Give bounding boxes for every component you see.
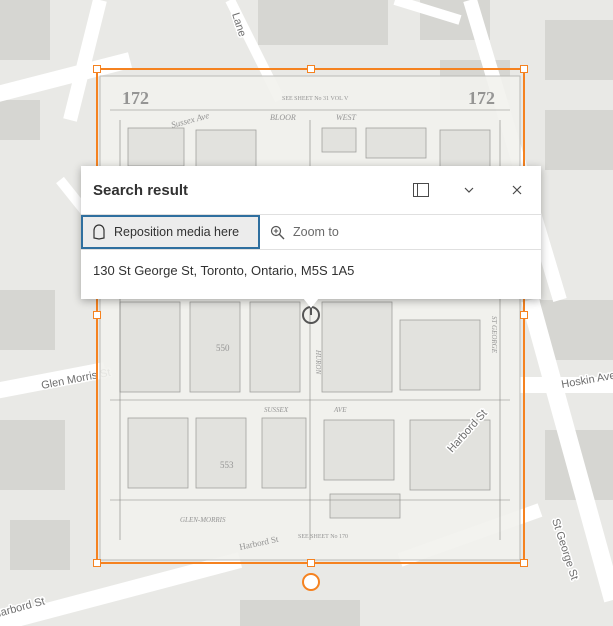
resize-handle-right[interactable] bbox=[520, 311, 528, 319]
popup-pointer bbox=[303, 298, 319, 308]
sheet-glen-morris: GLEN-MORRIS bbox=[180, 516, 226, 524]
popup-header: Search result bbox=[81, 166, 541, 215]
popup-title: Search result bbox=[93, 181, 189, 199]
collapse-button[interactable] bbox=[445, 166, 493, 214]
sheet-number-left: 172 bbox=[122, 88, 149, 108]
historic-fire-insurance-map[interactable]: 172 172 SEE SHEET No 31 VOL V Sussex Ave… bbox=[99, 75, 521, 561]
sheet-see-top: SEE SHEET No 31 VOL V bbox=[282, 96, 349, 102]
reposition-media-button[interactable]: Reposition media here bbox=[81, 215, 260, 249]
resize-handle-bottom[interactable] bbox=[307, 559, 315, 567]
sheet-west: WEST bbox=[336, 113, 357, 122]
search-result-address: 130 St George St, Toronto, Ontario, M5S … bbox=[93, 263, 355, 278]
zoom-to-label: Zoom to bbox=[293, 225, 339, 239]
marker-icon bbox=[93, 224, 105, 240]
sheet-sussex: SUSSEX bbox=[264, 406, 289, 414]
sheet-bloor: BLOOR bbox=[270, 113, 296, 122]
chevron-down-icon bbox=[464, 187, 474, 193]
resize-handle-top-right[interactable] bbox=[520, 65, 528, 73]
zoom-in-icon bbox=[270, 225, 285, 239]
reposition-media-label: Reposition media here bbox=[114, 225, 240, 239]
sheet-huron: HURON bbox=[314, 349, 322, 374]
search-result-popup: Search result Reposition media here Zoom… bbox=[81, 166, 541, 308]
resize-handle-top-left[interactable] bbox=[93, 65, 101, 73]
sheet-see-bottom: SEE SHEET No 170 bbox=[298, 534, 348, 540]
zoom-to-button[interactable]: Zoom to bbox=[260, 215, 339, 249]
sheet-block-550: 550 bbox=[216, 343, 230, 353]
sheet-st-george: ST GEORGE bbox=[490, 316, 498, 354]
resize-handle-top[interactable] bbox=[307, 65, 315, 73]
sheet-number-right: 172 bbox=[468, 88, 495, 108]
dock-icon bbox=[413, 183, 429, 197]
resize-handle-bottom-left[interactable] bbox=[93, 559, 101, 567]
rotate-handle[interactable] bbox=[302, 573, 320, 591]
resize-handle-left[interactable] bbox=[93, 311, 101, 319]
resize-handle-bottom-right[interactable] bbox=[520, 559, 528, 567]
close-icon bbox=[512, 185, 522, 195]
sheet-ave: AVE bbox=[333, 406, 347, 414]
sheet-block-553: 553 bbox=[220, 460, 234, 470]
popup-actions: Reposition media here Zoom to bbox=[81, 215, 541, 250]
close-button[interactable] bbox=[493, 166, 541, 214]
dock-button[interactable] bbox=[397, 166, 445, 214]
